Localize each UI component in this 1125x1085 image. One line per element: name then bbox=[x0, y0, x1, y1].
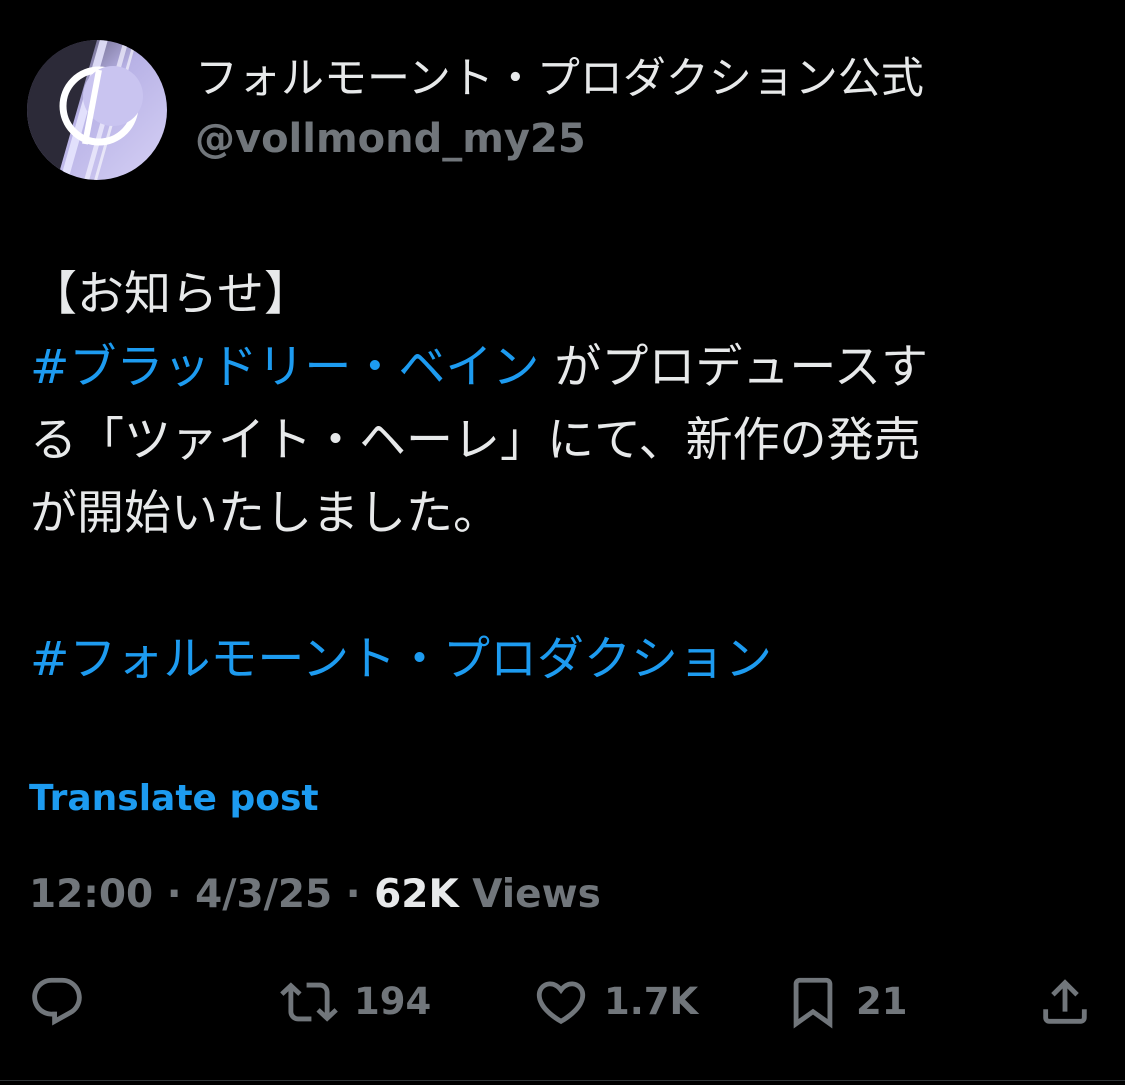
post-date[interactable]: 4/3/25 bbox=[195, 872, 332, 917]
post-text: 【お知らせ】 #ブラッドリー・ベイン がプロデュースす る「ツァイト・ヘーレ」に… bbox=[30, 258, 1100, 696]
post-text-segment: がプロデュースす bbox=[539, 340, 928, 395]
post-line-announcement: 【お知らせ】 bbox=[30, 267, 312, 322]
share-button[interactable] bbox=[1036, 964, 1108, 1040]
author-display-name[interactable]: フォルモーント・プロダクション公式 bbox=[195, 52, 924, 106]
heart-icon bbox=[536, 981, 586, 1025]
post-time[interactable]: 12:00 bbox=[29, 872, 153, 917]
views-label: Views bbox=[458, 872, 601, 917]
bookmark-button[interactable]: 21 bbox=[784, 964, 908, 1040]
like-button[interactable]: 1.7K bbox=[532, 964, 698, 1040]
post-line-2: #ブラッドリー・ベイン がプロデュースす bbox=[30, 331, 1100, 404]
reply-icon bbox=[32, 977, 82, 1026]
meta-separator: · bbox=[332, 872, 375, 917]
divider bbox=[0, 1080, 1125, 1081]
hashtag-link[interactable]: #フォルモーント・プロダクション bbox=[30, 632, 772, 687]
post-line-4: が開始いたしました。 bbox=[30, 486, 500, 541]
repost-count: 194 bbox=[354, 980, 432, 1023]
share-icon bbox=[1043, 979, 1087, 1024]
post-line-6: #フォルモーント・プロダクション bbox=[30, 623, 1100, 696]
hashtag-link[interactable]: #ブラッドリー・ベイン bbox=[30, 340, 539, 395]
like-count: 1.7K bbox=[604, 980, 699, 1023]
author-handle[interactable]: @vollmond_my25 bbox=[195, 114, 586, 164]
repost-button[interactable]: 194 bbox=[278, 964, 431, 1040]
views-count: 62K bbox=[374, 872, 459, 917]
avatar[interactable] bbox=[27, 40, 167, 180]
crescent-moon-logo-icon bbox=[27, 40, 167, 180]
bookmark-count: 21 bbox=[856, 980, 908, 1023]
translate-post-link[interactable]: Translate post bbox=[29, 776, 319, 822]
action-bar: 194 1.7K 21 bbox=[0, 964, 1125, 1040]
post-blank-line bbox=[30, 550, 1100, 623]
meta-separator: · bbox=[153, 872, 196, 917]
post-meta: 12:00 · 4/3/25 · 62K Views bbox=[29, 870, 601, 920]
bookmark-icon bbox=[793, 977, 833, 1029]
repost-icon bbox=[280, 982, 338, 1022]
reply-button[interactable] bbox=[28, 964, 100, 1040]
post-line-3: る「ツァイト・ヘーレ」にて、新作の発売 bbox=[30, 413, 921, 468]
